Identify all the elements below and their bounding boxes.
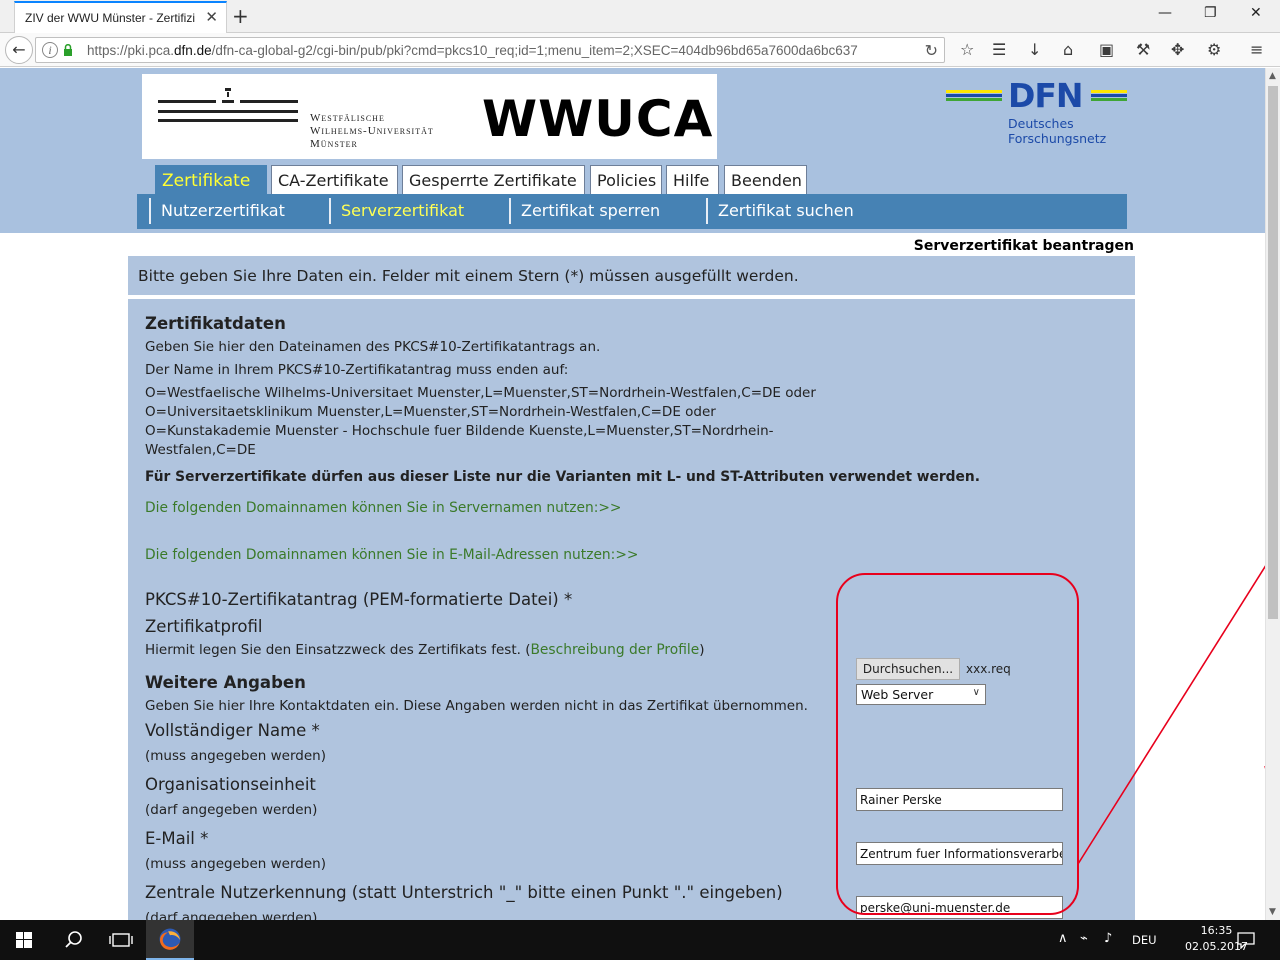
windows-start-icon[interactable] (0, 920, 48, 960)
back-button[interactable]: ← (5, 36, 33, 64)
orgunit-hint: (darf angegeben werden) (145, 802, 318, 818)
tab-title: ZIV der WWU Münster - Zertifizie (25, 11, 195, 25)
addons-puzzle-icon[interactable]: ✥ (1171, 40, 1184, 59)
page-heading: Serverzertifikat beantragen (913, 238, 1134, 254)
section-title-zertifikatdaten: Zertifikatdaten (145, 314, 286, 333)
wwuca-title: WWUCA (482, 90, 714, 148)
section2-paragraph: Geben Sie hier Ihre Kontaktdaten ein. Di… (145, 698, 808, 714)
server-note: Für Serverzertifikate dürfen aus dieser … (145, 469, 980, 485)
search-icon[interactable] (50, 920, 96, 960)
tab-gesperrte-zertifikate[interactable]: Gesperrte Zertifikate (402, 165, 585, 195)
lock-icon (64, 44, 72, 56)
network-icon[interactable]: ⌁ (1080, 931, 1088, 946)
browser-navbar: ← i https://pki.pca.dfn.de/dfn-ca-global… (0, 33, 1280, 67)
section1-paragraph-2: Der Name in Ihrem PKCS#10-Zertifikatantr… (145, 362, 569, 378)
chevron-down-icon: ∨ (972, 687, 980, 698)
tab-zertifikate[interactable]: Zertifikate (155, 165, 267, 195)
scroll-up-icon[interactable]: ▲ (1269, 71, 1276, 81)
restore-icon[interactable]: ❐ (1204, 5, 1217, 21)
tab-beenden[interactable]: Beenden (724, 165, 807, 195)
firefox-taskbar-icon[interactable] (146, 920, 194, 960)
pkcs-file-label: PKCS#10-Zertifikatantrag (PEM-formatiert… (145, 590, 573, 609)
tab-policies[interactable]: Policies (590, 165, 662, 195)
dn-line: Westfalen,C=DE (145, 442, 256, 458)
reload-icon[interactable]: ↻ (925, 41, 938, 60)
orgunit-input[interactable]: Zentrum fuer Informationsverarbeit (856, 842, 1063, 865)
reader-list-icon[interactable]: ☰ (992, 40, 1006, 59)
profile-description-link[interactable]: Beschreibung der Profile (530, 642, 699, 658)
email-hint: (muss angegeben werden) (145, 856, 326, 872)
browser-titlebar: ZIV der WWU Münster - Zertifizie ✕ + — ❐… (0, 0, 1280, 33)
userid-hint: (darf angegeben werden) (145, 910, 318, 920)
dn-line: O=Universitaetsklinikum Muenster,L=Muens… (145, 404, 716, 420)
orgunit-label: Organisationseinheit (145, 775, 316, 794)
email-label: E-Mail * (145, 829, 209, 848)
info-icon[interactable]: i (42, 42, 58, 58)
bookmark-star-icon[interactable]: ☆ (960, 40, 974, 59)
wwu-logo-icon (158, 88, 298, 122)
profile-select[interactable]: Web Server ∨ (856, 684, 986, 705)
wwuca-logo-box: Westfälische Wilhelms-Universität Münste… (142, 74, 717, 159)
download-icon[interactable]: ↓ (1028, 40, 1041, 59)
language-indicator[interactable]: DEU (1132, 933, 1157, 947)
tab-hilfe[interactable]: Hilfe (666, 165, 719, 195)
subnav-serverzertifikat[interactable]: Serverzertifikat (329, 198, 464, 224)
instruction-text: Bitte geben Sie Ihre Daten ein. Felder m… (138, 267, 799, 285)
url-text[interactable]: https://pki.pca.dfn.de/dfn-ca-global-g2/… (87, 43, 887, 58)
arrow-left-icon: ← (12, 40, 26, 59)
browse-file-button[interactable]: Durchsuchen... (856, 658, 960, 680)
dfn-logo: DFN Deutsches Forschungsnetz (946, 76, 1136, 156)
subnav-zertifikat-suchen[interactable]: Zertifikat suchen (706, 198, 854, 224)
windows-taskbar: ∧ ⌁ ♪ DEU 16:35 02.05.2017 (0, 920, 1280, 960)
notification-icon[interactable] (1236, 931, 1256, 949)
profile-select-value: Web Server (861, 687, 934, 702)
profile-label: Zertifikatprofil (145, 617, 263, 636)
servernames-domains-link[interactable]: Die folgenden Domainnamen können Sie in … (145, 500, 622, 516)
selected-file-name: xxx.req (966, 662, 1011, 676)
fullname-hint: (muss angegeben werden) (145, 748, 326, 764)
profile-hint: Hiermit legen Sie den Einsatzzweck des Z… (145, 642, 705, 658)
instruction-box: Bitte geben Sie Ihre Daten ein. Felder m… (128, 256, 1135, 297)
section-title-weitere-angaben: Weitere Angaben (145, 673, 306, 692)
email-domains-link[interactable]: Die folgenden Domainnamen können Sie in … (145, 547, 638, 563)
dfn-subtitle-2: Forschungsnetz (1008, 131, 1107, 146)
sub-navigation: Nutzerzertifikat Serverzertifikat Zertif… (137, 194, 1127, 229)
tray-chevron-up-icon[interactable]: ∧ (1058, 931, 1068, 946)
scrollbar-thumb[interactable] (1268, 86, 1278, 619)
section1-paragraph-1: Geben Sie hier den Dateinamen des PKCS#1… (145, 339, 601, 355)
hamburger-menu-icon[interactable]: ≡ (1250, 40, 1263, 59)
dfn-subtitle-1: Deutsches (1008, 116, 1074, 131)
fullname-input[interactable]: Rainer Perske (856, 788, 1063, 811)
task-view-icon[interactable] (98, 920, 144, 960)
scroll-down-icon[interactable]: ▼ (1269, 907, 1276, 917)
browser-tab[interactable]: ZIV der WWU Münster - Zertifizie ✕ (14, 1, 227, 33)
site-header: Westfälische Wilhelms-Universität Münste… (0, 68, 1265, 233)
userid-label: Zentrale Nutzerkennung (statt Unterstric… (145, 883, 783, 902)
close-window-icon[interactable]: ✕ (1250, 5, 1262, 21)
fullname-label: Vollständiger Name * (145, 721, 320, 740)
email-input[interactable]: perske@uni-muenster.de (856, 896, 1063, 919)
gear-icon[interactable]: ⚙ (1207, 40, 1221, 59)
subnav-nutzerzertifikat[interactable]: Nutzerzertifikat (149, 198, 285, 224)
home-icon[interactable]: ⌂ (1063, 40, 1073, 59)
certificate-form: Zertifikatdaten Geben Sie hier den Datei… (128, 299, 1135, 920)
wrench-icon[interactable]: ⚒ (1136, 40, 1150, 59)
wwu-name: Westfälische Wilhelms-Universität Münste… (310, 112, 434, 150)
subnav-zertifikat-sperren[interactable]: Zertifikat sperren (509, 198, 660, 224)
dfn-wordmark: DFN (1008, 76, 1084, 115)
tab-close-icon[interactable]: ✕ (205, 8, 218, 26)
minimize-icon[interactable]: — (1158, 5, 1172, 21)
page-scrollbar[interactable]: ▲ ▼ (1265, 68, 1280, 920)
dn-line: O=Westfaelische Wilhelms-Universitaet Mu… (145, 385, 816, 401)
pocket-icon[interactable]: ▣ (1099, 40, 1114, 59)
volume-icon[interactable]: ♪ (1104, 931, 1112, 946)
new-tab-button[interactable]: + (232, 4, 249, 28)
tab-ca-zertifikate[interactable]: CA-Zertifikate (271, 165, 398, 195)
url-bar[interactable]: i https://pki.pca.dfn.de/dfn-ca-global-g… (35, 37, 945, 63)
page-viewport: Westfälische Wilhelms-Universität Münste… (0, 68, 1265, 920)
dn-line: O=Kunstakademie Muenster - Hochschule fu… (145, 423, 774, 439)
